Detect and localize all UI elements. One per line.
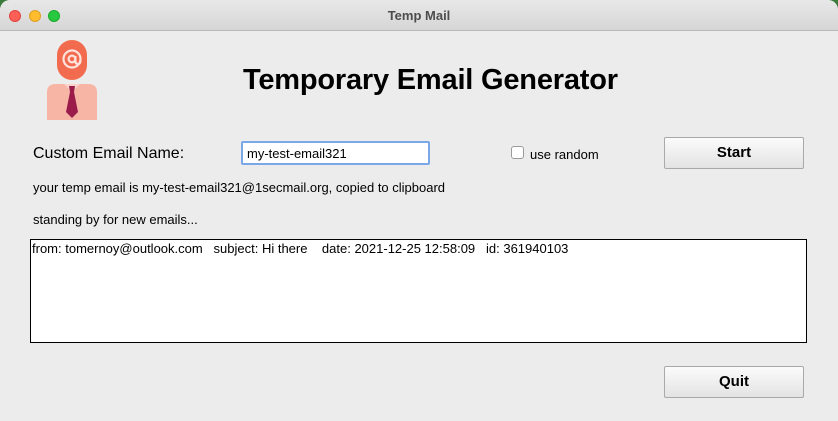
custom-name-label: Custom Email Name:: [33, 145, 185, 162]
use-random-checkbox[interactable]: [511, 146, 524, 159]
mail-list[interactable]: from: tomernoy@outlook.com subject: Hi t…: [30, 239, 807, 343]
title-bar[interactable]: Temp Mail: [0, 0, 838, 31]
use-random-label[interactable]: use random: [530, 147, 599, 162]
list-item[interactable]: from: tomernoy@outlook.com subject: Hi t…: [32, 241, 806, 257]
start-button[interactable]: Start: [664, 137, 804, 169]
standby-status: standing by for new emails...: [33, 212, 198, 227]
custom-name-input[interactable]: [241, 141, 430, 165]
window-title: Temp Mail: [387, 8, 451, 23]
person-with-at-sign-icon: [44, 40, 100, 120]
temp-email-status: your temp email is my-test-email321@1sec…: [33, 180, 446, 195]
page-title: Temporary Email Generator: [243, 64, 618, 96]
quit-button[interactable]: Quit: [664, 366, 804, 398]
app-window: Temp Mail Temporary Email Generator Cust…: [0, 0, 838, 421]
